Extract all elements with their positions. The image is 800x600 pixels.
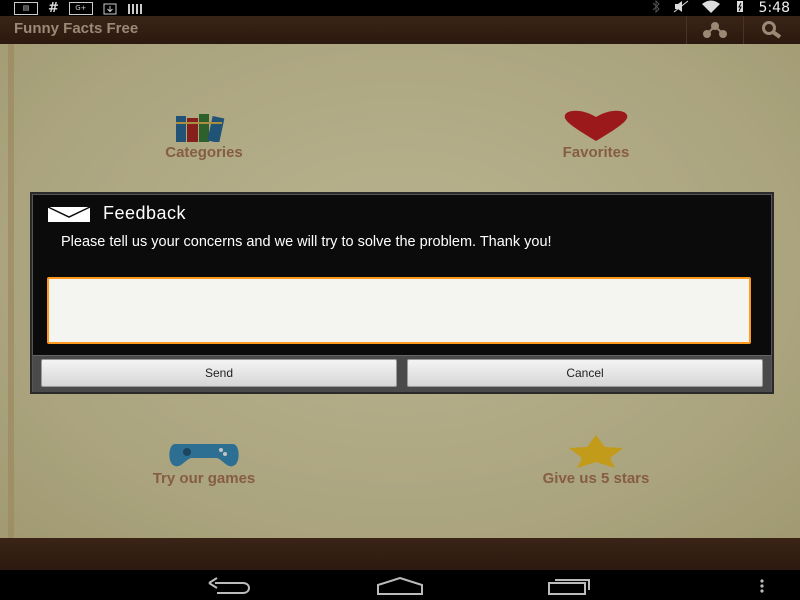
home-button[interactable] — [374, 575, 424, 597]
dialog-title: Feedback — [103, 203, 187, 223]
dialog-header: Feedback — [47, 203, 186, 224]
search-icon — [762, 21, 782, 39]
mute-icon — [673, 0, 689, 16]
google-plus-icon: G+ — [68, 2, 93, 15]
bluetooth-icon — [651, 0, 661, 16]
wifi-icon — [701, 0, 721, 16]
share-button[interactable] — [686, 16, 743, 44]
share-icon — [703, 22, 727, 38]
send-button[interactable]: Send — [41, 359, 397, 387]
app-title: Funny Facts Free — [14, 20, 139, 37]
news-icon: ▤ — [14, 2, 38, 15]
battery-icon — [733, 0, 747, 16]
menu-icon — [760, 579, 764, 593]
status-time: 5:48 — [758, 0, 790, 16]
status-bar: ▤ # G+ 5:48 — [0, 0, 800, 16]
navigation-bar — [0, 570, 800, 600]
dialog-button-bar: Send Cancel — [33, 355, 771, 392]
barcode-icon — [127, 3, 143, 15]
feedback-input[interactable] — [47, 277, 751, 344]
recents-button[interactable] — [544, 575, 594, 597]
dialog-message: Please tell us your concerns and we will… — [61, 234, 552, 250]
bottom-bar — [0, 538, 800, 570]
back-button[interactable] — [204, 575, 254, 597]
envelope-icon — [47, 205, 91, 222]
cancel-button[interactable]: Cancel — [407, 359, 763, 387]
feedback-dialog: Feedback Please tell us your concerns an… — [32, 194, 772, 392]
back-icon — [208, 577, 250, 594]
home-icon — [377, 577, 423, 595]
download-icon — [103, 3, 117, 15]
menu-button[interactable] — [742, 575, 782, 597]
search-button[interactable] — [743, 16, 800, 44]
hash-icon: # — [48, 1, 59, 16]
action-bar: Funny Facts Free — [0, 16, 800, 44]
recents-icon — [548, 579, 590, 595]
